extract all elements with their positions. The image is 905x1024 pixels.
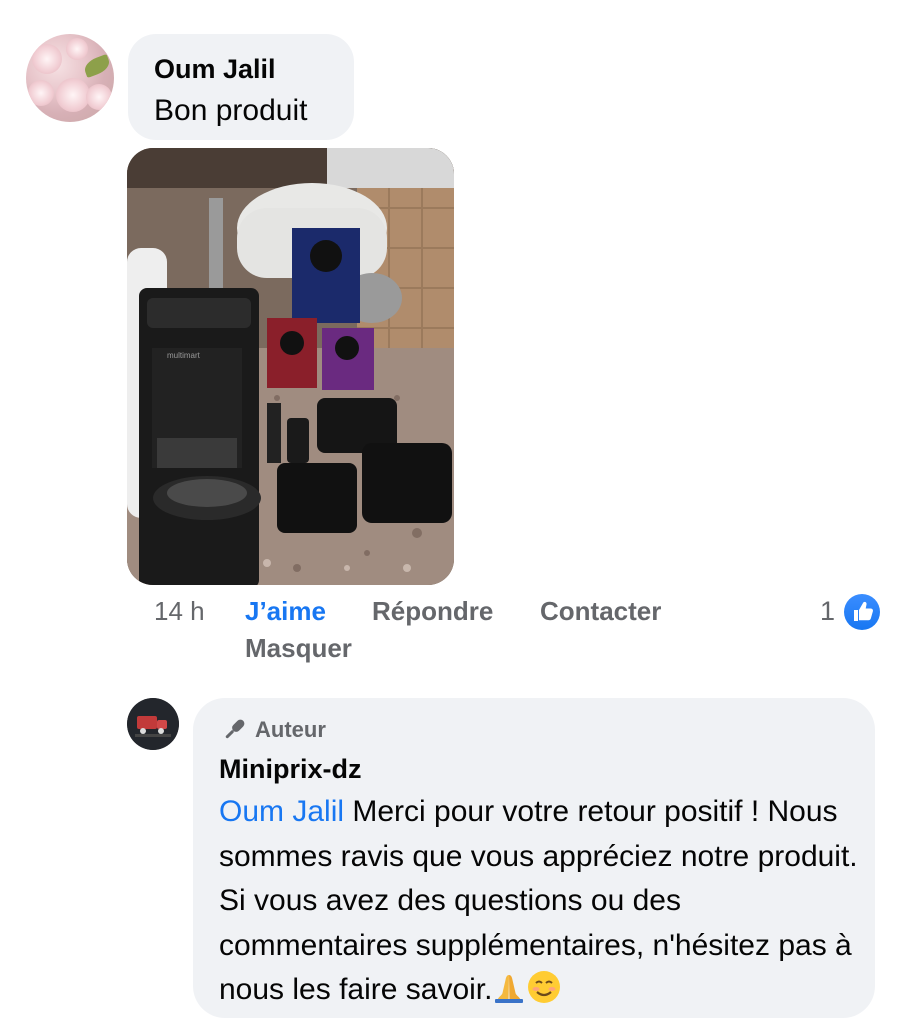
svg-text:multimart: multimart — [167, 351, 201, 360]
comment-photo[interactable]: multimart — [127, 148, 454, 585]
comment-text: Bon produit — [154, 94, 308, 127]
comment-bubble: Oum Jalil Bon produit — [128, 34, 354, 140]
coffee-machine-photo: multimart — [127, 148, 454, 585]
comment-actions: 14 h J’aime Répondre Contacter Masquer 1 — [0, 594, 905, 676]
reaction-count[interactable]: 1 — [820, 596, 835, 627]
delivery-truck-logo-icon — [127, 698, 179, 750]
author-badge: Auteur — [219, 714, 326, 746]
mention-link[interactable]: Oum Jalil — [219, 795, 344, 828]
reply-link[interactable]: Répondre — [372, 596, 493, 627]
comment-timestamp[interactable]: 14 h — [154, 596, 205, 627]
page-avatar[interactable] — [127, 698, 179, 750]
avatar-blossom — [86, 84, 112, 110]
reply-bubble: Auteur Miniprix-dz Oum Jalil Merci pour … — [193, 698, 875, 1018]
avatar-blossom — [32, 44, 62, 74]
avatar-blossom — [66, 38, 88, 60]
avatar-blossom — [56, 78, 90, 112]
microphone-icon — [225, 719, 245, 739]
contact-link[interactable]: Contacter — [540, 596, 661, 627]
avatar-blossom — [28, 80, 54, 106]
smiling-face-emoji-icon — [526, 971, 562, 1006]
like-thumbs-up-icon[interactable] — [844, 594, 880, 630]
reply-text: Oum Jalil Merci pour votre retour positi… — [219, 790, 859, 1013]
author-badge-label: Auteur — [255, 717, 326, 742]
commenter-avatar[interactable] — [26, 34, 114, 122]
avatar-leaf — [82, 54, 112, 78]
cut-off-top-text — [770, 0, 790, 4]
folded-hands-emoji-icon — [492, 973, 526, 1006]
like-link[interactable]: J’aime — [245, 596, 326, 627]
commenter-name[interactable]: Oum Jalil — [154, 54, 276, 85]
reply-author-name[interactable]: Miniprix-dz — [219, 754, 362, 785]
hide-link[interactable]: Masquer — [245, 633, 352, 664]
